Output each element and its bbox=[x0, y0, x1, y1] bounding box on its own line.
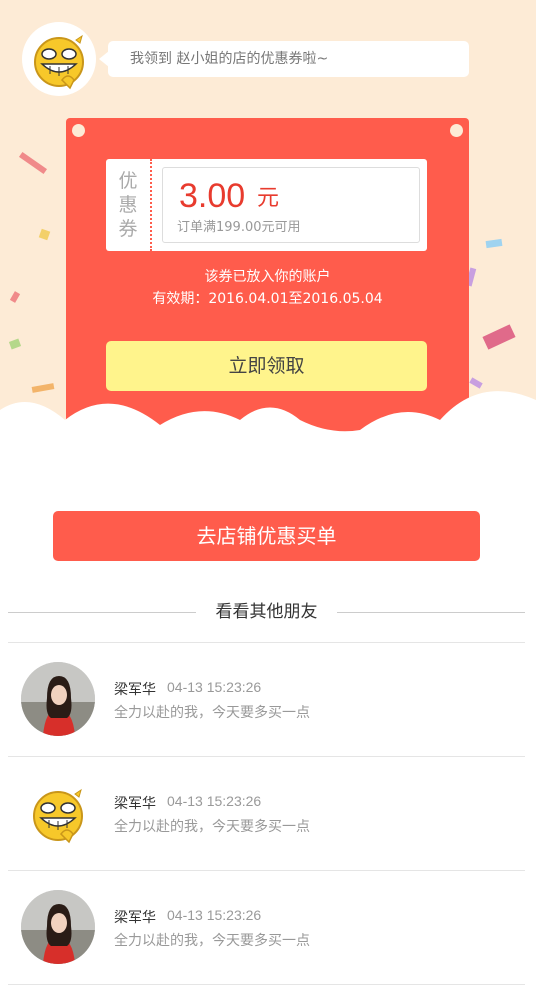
confetti-icon bbox=[18, 151, 48, 175]
confetti-icon bbox=[485, 238, 503, 249]
friend-avatar bbox=[21, 662, 95, 736]
friend-time: 04-13 15:23:26 bbox=[167, 679, 262, 695]
friend-message: 全力以赴的我，今天要多买一点 bbox=[114, 819, 310, 835]
confetti-icon bbox=[482, 324, 516, 350]
grinning-emoji-icon bbox=[33, 788, 83, 844]
user-avatar[interactable] bbox=[22, 22, 96, 96]
photo-avatar-icon bbox=[21, 890, 95, 964]
coupon-condition: 订单满199.00元可用 bbox=[177, 220, 301, 235]
confetti-icon bbox=[8, 338, 22, 350]
share-message-bubble: 我领到 赵小姐的店的优惠券啦~ bbox=[99, 41, 469, 77]
list-bottom-divider bbox=[8, 984, 525, 985]
divider-line bbox=[337, 612, 525, 613]
friend-time: 04-13 15:23:26 bbox=[167, 793, 262, 809]
coupon-side-label: 优 惠 券 bbox=[106, 159, 152, 251]
card-corner-dot bbox=[72, 124, 85, 137]
photo-avatar-icon bbox=[21, 662, 95, 736]
friend-avatar bbox=[21, 776, 95, 850]
coupon-side-char: 券 bbox=[118, 218, 138, 240]
coupon-value-box: 3.00 元 订单满199.00元可用 bbox=[162, 167, 420, 243]
friend-name: 梁军华 bbox=[114, 796, 156, 812]
coupon-unit: 元 bbox=[257, 186, 280, 211]
friends-section-header: 看看其他朋友 bbox=[8, 598, 525, 626]
coupon-validity: 有效期：2016.04.01至2016.05.04 bbox=[152, 291, 383, 307]
friend-name: 梁军华 bbox=[114, 910, 156, 926]
share-message-text: 我领到 赵小姐的店的优惠券啦~ bbox=[130, 51, 329, 67]
list-item[interactable]: 梁军华 04-13 15:23:26 全力以赴的我，今天要多买一点 bbox=[8, 756, 525, 870]
friend-name: 梁军华 bbox=[114, 682, 156, 698]
coupon-side-char: 优 bbox=[118, 170, 138, 192]
friend-message: 全力以赴的我，今天要多买一点 bbox=[114, 705, 310, 721]
coupon-amount: 3.00 bbox=[179, 177, 246, 215]
confetti-icon bbox=[9, 291, 21, 303]
friend-time: 04-13 15:23:26 bbox=[167, 907, 262, 923]
confetti-icon bbox=[38, 228, 51, 241]
coupon-info: 该券已放入你的账户 有效期：2016.04.01至2016.05.04 bbox=[66, 266, 469, 310]
list-item[interactable]: 梁军华 04-13 15:23:26 全力以赴的我，今天要多买一点 bbox=[8, 870, 525, 984]
coupon-side-char: 惠 bbox=[118, 194, 138, 216]
grinning-emoji-icon bbox=[34, 34, 84, 90]
list-item[interactable]: 梁军华 04-13 15:23:26 全力以赴的我，今天要多买一点 bbox=[8, 642, 525, 756]
cloud-divider bbox=[0, 391, 536, 480]
friend-avatar bbox=[21, 890, 95, 964]
card-corner-dot bbox=[450, 124, 463, 137]
friends-list: 梁军华 04-13 15:23:26 全力以赴的我，今天要多买一点 梁军华 04… bbox=[8, 642, 525, 984]
coupon-added-text: 该券已放入你的账户 bbox=[204, 269, 331, 285]
coupon-ticket: 优 惠 券 3.00 元 订单满199.00元可用 bbox=[106, 159, 427, 251]
shop-discount-button[interactable]: 去店铺优惠买单 bbox=[53, 511, 480, 561]
friend-message: 全力以赴的我，今天要多买一点 bbox=[114, 933, 310, 949]
